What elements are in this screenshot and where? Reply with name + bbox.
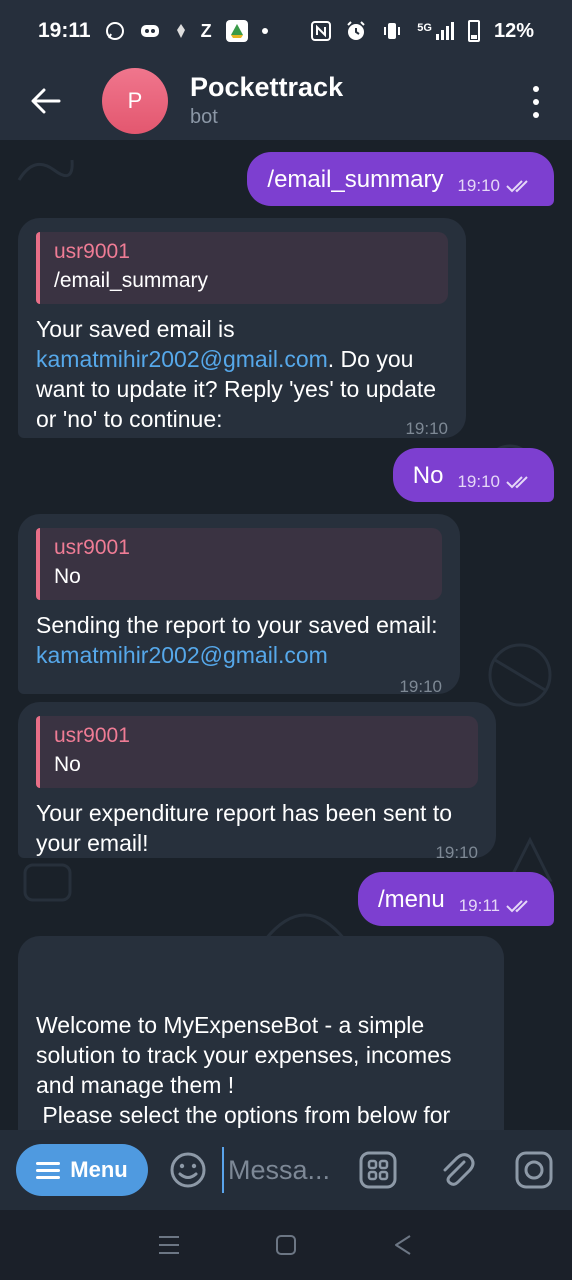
message-body: Sending the report to your saved email: … (36, 610, 442, 670)
discord-icon (140, 25, 159, 37)
chat-title-block[interactable]: Pockettrack bot (190, 71, 343, 131)
chat-area[interactable]: /email_summary 19:10 usr9001 /email_summ… (0, 140, 572, 1130)
status-left: 19:11 Z (38, 19, 268, 43)
reply-author: usr9001 (54, 724, 130, 747)
message-time: 19:10 (457, 176, 500, 195)
recents-icon (158, 1236, 179, 1254)
double-check-icon (506, 180, 528, 193)
incoming-message[interactable]: usr9001 No Sending the report to your sa… (18, 514, 460, 696)
home-icon (275, 1235, 296, 1255)
battery-icon (467, 20, 480, 42)
message-text: /menu (378, 886, 445, 913)
status-bar: 19:11 Z 5G 12% (0, 0, 572, 62)
reply-author: usr9001 (54, 240, 130, 263)
input-bar: Menu (0, 1130, 572, 1210)
avatar[interactable]: P (102, 68, 168, 134)
wallpaper-doodle-icon (17, 159, 74, 181)
incoming-message[interactable]: usr9001 No Your expenditure report has b… (18, 702, 496, 862)
notification-dot-icon (261, 28, 268, 34)
attach-icon[interactable] (436, 1150, 476, 1190)
more-options-button[interactable] (526, 82, 546, 122)
system-nav-bar (0, 1210, 572, 1280)
message-time: 19:10 (457, 472, 500, 491)
more-dot-icon (533, 112, 539, 118)
message-text: No (412, 462, 444, 489)
network-label: 5G (417, 22, 432, 34)
status-time: 19:11 (38, 19, 91, 42)
reply-quote[interactable]: usr9001 /email_summary (36, 232, 448, 304)
incoming-message[interactable]: usr9001 /email_summary Your saved email … (18, 218, 466, 438)
message-time: 19:11 (458, 896, 500, 915)
reply-author: usr9001 (54, 536, 130, 559)
vibrate-icon (384, 23, 401, 39)
emoji-icon[interactable] (168, 1150, 208, 1190)
sticker-grid-icon[interactable] (358, 1150, 398, 1190)
double-check-icon (506, 476, 528, 489)
menu-button-label: Menu (70, 1157, 128, 1182)
camera-icon[interactable] (514, 1150, 554, 1190)
whatsapp-icon (105, 22, 124, 40)
message-text: Your saved email is (36, 316, 235, 342)
email-link[interactable]: kamatmihir2002@gmail.com (36, 346, 328, 372)
message-meta: 19:10 (457, 472, 534, 492)
message-time: 19:10 (399, 677, 442, 696)
reply-text: /email_summary (54, 269, 209, 292)
reply-quote[interactable]: usr9001 No (36, 716, 478, 788)
nfc-icon (311, 21, 332, 41)
outgoing-message[interactable]: /email_summary 19:10 (247, 152, 554, 206)
reply-quote[interactable]: usr9001 No (36, 528, 442, 600)
drive-icon (225, 20, 248, 42)
message-meta: 19:11 (459, 896, 534, 916)
reply-text: No (54, 565, 81, 588)
reply-text: No (54, 753, 81, 776)
outgoing-message[interactable]: No 19:10 (392, 448, 554, 502)
message-meta: 19:10 (457, 176, 534, 196)
recents-button[interactable] (154, 1230, 184, 1260)
wallpaper-doodle-icon (488, 643, 552, 707)
avatar-letter: P (127, 88, 143, 113)
chat-header: P Pockettrack bot (0, 62, 572, 140)
incoming-message[interactable]: Welcome to MyExpenseBot - a simple solut… (18, 936, 504, 1130)
signal-5g-icon: 5G (417, 22, 454, 40)
status-right: 5G 12% (311, 20, 534, 43)
z-app-icon: Z (200, 20, 212, 41)
outgoing-message[interactable]: /menu 19:11 (358, 872, 554, 926)
double-check-icon (506, 900, 528, 913)
more-dot-icon (533, 86, 539, 92)
back-button[interactable] (24, 79, 68, 123)
app-icon (176, 24, 185, 38)
more-dot-icon (533, 99, 539, 105)
chat-title: Pockettrack (190, 72, 344, 102)
home-button[interactable] (271, 1230, 301, 1260)
email-link[interactable]: kamatmihir2002@gmail.com (36, 642, 328, 668)
menu-button[interactable]: Menu (16, 1144, 148, 1196)
message-input[interactable] (222, 1147, 340, 1193)
battery-percent: 12% (493, 19, 534, 42)
chat-subtitle: bot (190, 106, 218, 128)
message-text: /email_summary (267, 166, 444, 193)
alarm-icon (347, 21, 365, 40)
message-body: Welcome to MyExpenseBot - a simple solut… (36, 1012, 452, 1128)
back-nav-button[interactable] (388, 1230, 418, 1260)
message-text: Sending the report to your saved email: (36, 612, 438, 638)
triangle-back-icon (395, 1235, 411, 1255)
arrow-left-icon (31, 88, 61, 114)
hamburger-icon (36, 1161, 61, 1179)
